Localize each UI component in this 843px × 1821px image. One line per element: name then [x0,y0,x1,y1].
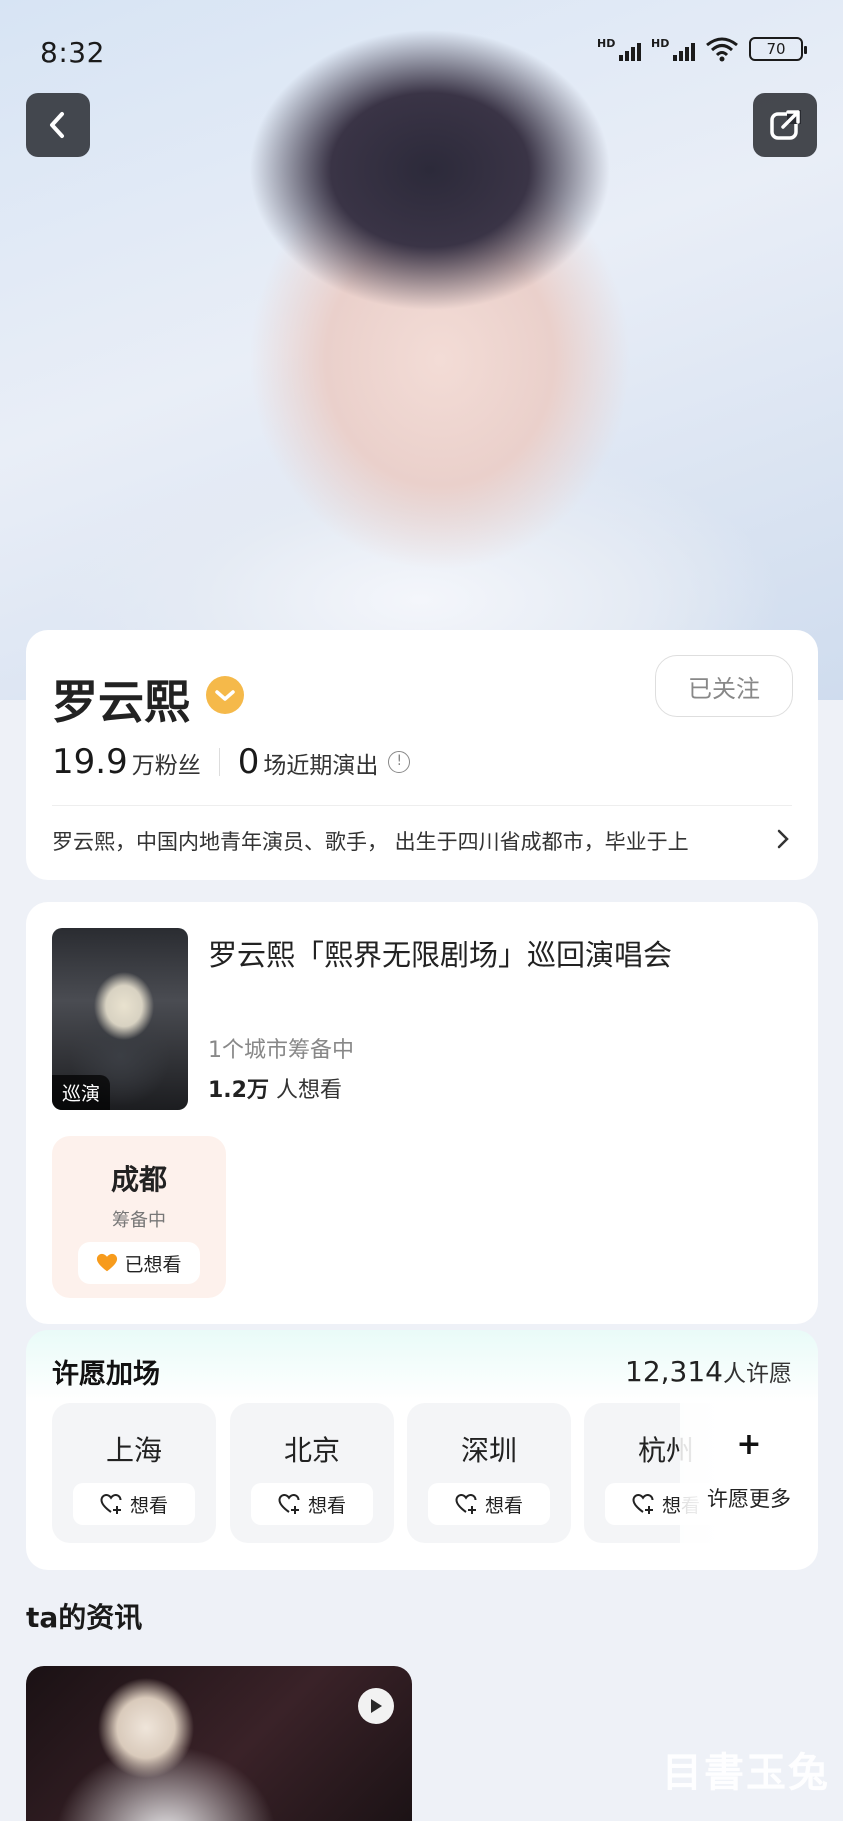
concert-poster[interactable]: 巡演 [52,928,188,1110]
info-icon[interactable]: ! [388,751,411,773]
want-button[interactable]: 想看 [251,1483,373,1525]
heart-filled-icon [97,1253,118,1272]
news-video-thumbnail[interactable] [26,1666,412,1821]
share-button[interactable] [753,93,817,157]
play-icon[interactable] [358,1688,394,1724]
back-arrow-icon [50,112,64,138]
want-button[interactable]: 想看 [73,1483,195,1525]
status-icons: HD HD 70 [597,36,807,62]
wifi-icon [706,37,738,62]
wish-city-name: 北京 [283,1434,340,1467]
verified-icon [206,676,244,714]
concert-card[interactable]: 巡演 罗云熙「熙界无限剧场」巡回演唱会 1个城市筹备中 1.2万 人想看 成都 … [26,902,818,1324]
signal-icon-2: HD [651,37,695,61]
shows-count: 0 [237,742,260,782]
battery-icon: 70 [749,37,807,61]
stat-divider [218,748,220,776]
fans-count: 19.9 [52,742,128,782]
status-time: 8:32 [40,36,105,69]
concert-want-count: 1.2万 人想看 [208,1078,342,1103]
wish-city-tile[interactable]: 上海 想看 [52,1403,216,1543]
shows-label: 场近期演出 [263,753,379,779]
wish-city-name: 深圳 [460,1434,517,1467]
heart-plus-icon [278,1493,300,1514]
concert-cities-status: 1个城市筹备中 [208,1038,354,1063]
want-button[interactable]: 想看 [428,1483,550,1525]
wish-city-tile[interactable]: 深圳 想看 [407,1403,571,1543]
wanted-button[interactable]: 已想看 [78,1242,200,1284]
artist-bio[interactable]: 罗云熙，中国内地青年演员、歌手， 出生于四川省成都市，毕业于上 [52,826,752,856]
watermark: 目書玉兔 [662,1750,830,1796]
artist-profile-card: 罗云熙 已关注 19.9 万粉丝 0 场近期演出 ! 罗云熙，中国内地青年演员、… [26,630,818,880]
heart-plus-icon [100,1493,122,1514]
share-icon [770,110,801,140]
city-tile-chengdu[interactable]: 成都 筹备中 已想看 [52,1136,226,1298]
back-button[interactable] [26,93,90,157]
wish-extra-show-card: 许愿加场 12,314人许愿 上海 想看 北京 想看 深圳 想看 杭州 + 许愿… [26,1330,818,1570]
wish-city-name: 上海 [105,1434,162,1467]
wish-more-label: 许愿更多 [707,1487,791,1511]
status-bar: 8:32 HD HD 70 [0,0,843,96]
wish-city-tile[interactable]: 北京 想看 [230,1403,394,1543]
heart-plus-icon [632,1493,654,1514]
artist-stats: 19.9 万粉丝 0 场近期演出 ! [52,742,411,782]
artist-name: 罗云熙 [52,675,190,729]
news-section-title: ta的资讯 [26,1601,143,1634]
following-button[interactable]: 已关注 [655,655,793,717]
city-name: 成都 [110,1163,167,1196]
artist-hero-photo: 8:32 HD HD 70 [0,0,843,700]
wish-count: 12,314人许愿 [625,1355,792,1388]
wish-logo: 许愿加场 [52,1359,160,1390]
fans-label: 万粉丝 [131,753,201,779]
signal-icon: HD [597,37,641,61]
chevron-right-icon[interactable] [776,828,790,856]
city-status: 筹备中 [112,1210,166,1231]
plus-icon: + [736,1427,762,1462]
poster-tour-tag: 巡演 [52,1075,111,1110]
divider [52,805,792,806]
concert-title[interactable]: 罗云熙「熙界无限剧场」巡回演唱会 [208,932,672,974]
heart-plus-icon [455,1493,477,1514]
wish-more-button[interactable]: + 许愿更多 [680,1403,818,1543]
